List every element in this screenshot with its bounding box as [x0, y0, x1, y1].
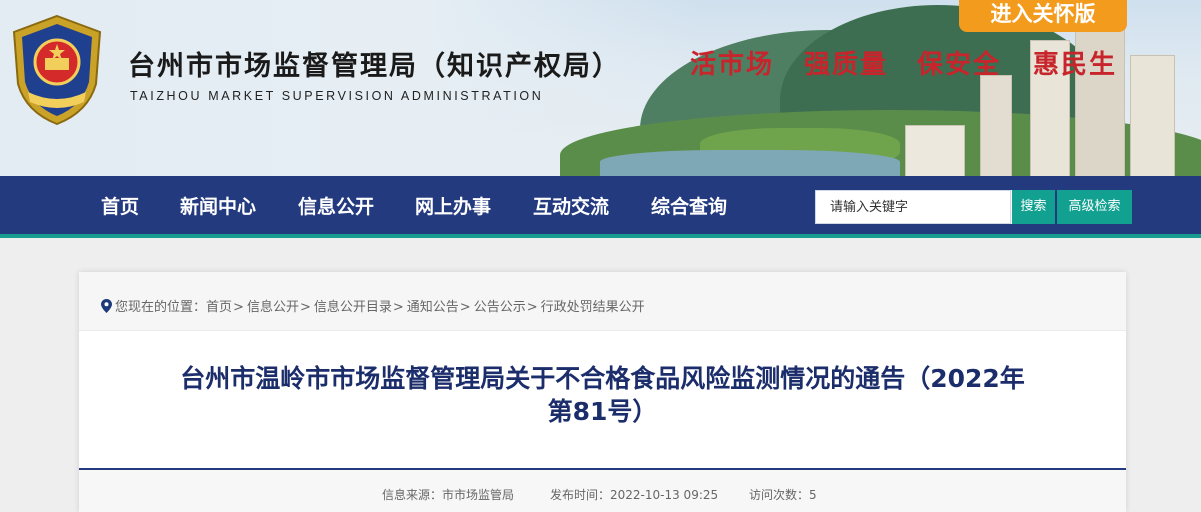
nav-item-home[interactable]: 首页 — [101, 176, 139, 234]
breadcrumb-separator: > — [233, 300, 244, 315]
breadcrumb-link-penalty-results[interactable]: 行政处罚结果公开 — [541, 300, 645, 315]
article-title-line: 台州市温岭市市场监督管理局关于不合格食品风险监测情况的通告（2022年 — [180, 364, 1025, 393]
breadcrumb-bar: 您现在的位置：首页> 信息公开> 信息公开目录> 通知公告> 公告公示> 行政处罚结果公开 — [79, 272, 1126, 331]
article-source: 信息来源：市市场监管局 — [382, 488, 515, 502]
location-pin-icon — [101, 299, 112, 313]
site-subtitle: TAIZHOU MARKET SUPERVISION ADMINISTRATIO… — [130, 89, 544, 103]
breadcrumb-prefix: 您现在的位置： — [115, 300, 207, 315]
care-version-button[interactable]: 进入关怀版 — [959, 0, 1127, 32]
header-banner: 台州市市场监督管理局（知识产权局） TAIZHOU MARKET SUPERVI… — [0, 0, 1201, 176]
banner-building — [1130, 55, 1175, 176]
market-supervision-emblem-icon — [12, 14, 102, 126]
article-title: 台州市温岭市市场监督管理局关于不合格食品风险监测情况的通告（2022年 第81号… — [99, 362, 1106, 428]
article-meta-bar: 信息来源：市市场监管局 发布时间：2022-10-13 09:25 访问次数：5 — [79, 470, 1126, 512]
slogan: 惠民生 — [1033, 50, 1118, 80]
banner-water — [600, 150, 900, 176]
search-button[interactable]: 搜索 — [1011, 190, 1055, 224]
article-card: 您现在的位置：首页> 信息公开> 信息公开目录> 通知公告> 公告公示> 行政处罚结果公开… — [79, 272, 1126, 512]
article-visit-count: 访问次数：5 — [749, 488, 817, 502]
breadcrumb-link-notices[interactable]: 通知公告 — [407, 300, 459, 315]
slogan: 保安全 — [917, 50, 1002, 80]
article-title-line: 第81号） — [547, 397, 658, 426]
banner-building — [980, 75, 1012, 176]
breadcrumb-link-announcements[interactable]: 公告公示 — [474, 300, 526, 315]
article-publish-time: 发布时间：2022-10-13 09:25 — [550, 488, 719, 502]
site-title: 台州市市场监督管理局（知识产权局） — [128, 51, 621, 82]
breadcrumb: 您现在的位置：首页> 信息公开> 信息公开目录> 通知公告> 公告公示> 行政处罚结果公开 — [101, 296, 645, 315]
breadcrumb-link-info-disclosure[interactable]: 信息公开 — [247, 300, 299, 315]
advanced-search-button[interactable]: 高级检索 — [1057, 190, 1132, 224]
breadcrumb-link-info-catalog[interactable]: 信息公开目录 — [314, 300, 392, 315]
search-input[interactable] — [815, 190, 1011, 224]
slogan: 活市场 — [690, 50, 775, 80]
nav-item-info-disclosure[interactable]: 信息公开 — [298, 176, 374, 234]
breadcrumb-link-home[interactable]: 首页 — [206, 300, 232, 315]
nav-item-news[interactable]: 新闻中心 — [180, 176, 256, 234]
slogan: 强质量 — [804, 50, 889, 80]
banner-building — [905, 125, 965, 176]
breadcrumb-separator: > — [299, 300, 311, 315]
main-nav: 首页 新闻中心 信息公开 网上办事 互动交流 综合查询 搜索 高级检索 — [0, 176, 1201, 238]
breadcrumb-separator: > — [392, 300, 404, 315]
breadcrumb-separator: > — [459, 300, 471, 315]
nav-item-interaction[interactable]: 互动交流 — [533, 176, 609, 234]
nav-item-online-service[interactable]: 网上办事 — [415, 176, 491, 234]
breadcrumb-separator: > — [526, 300, 538, 315]
nav-item-query[interactable]: 综合查询 — [651, 176, 727, 234]
